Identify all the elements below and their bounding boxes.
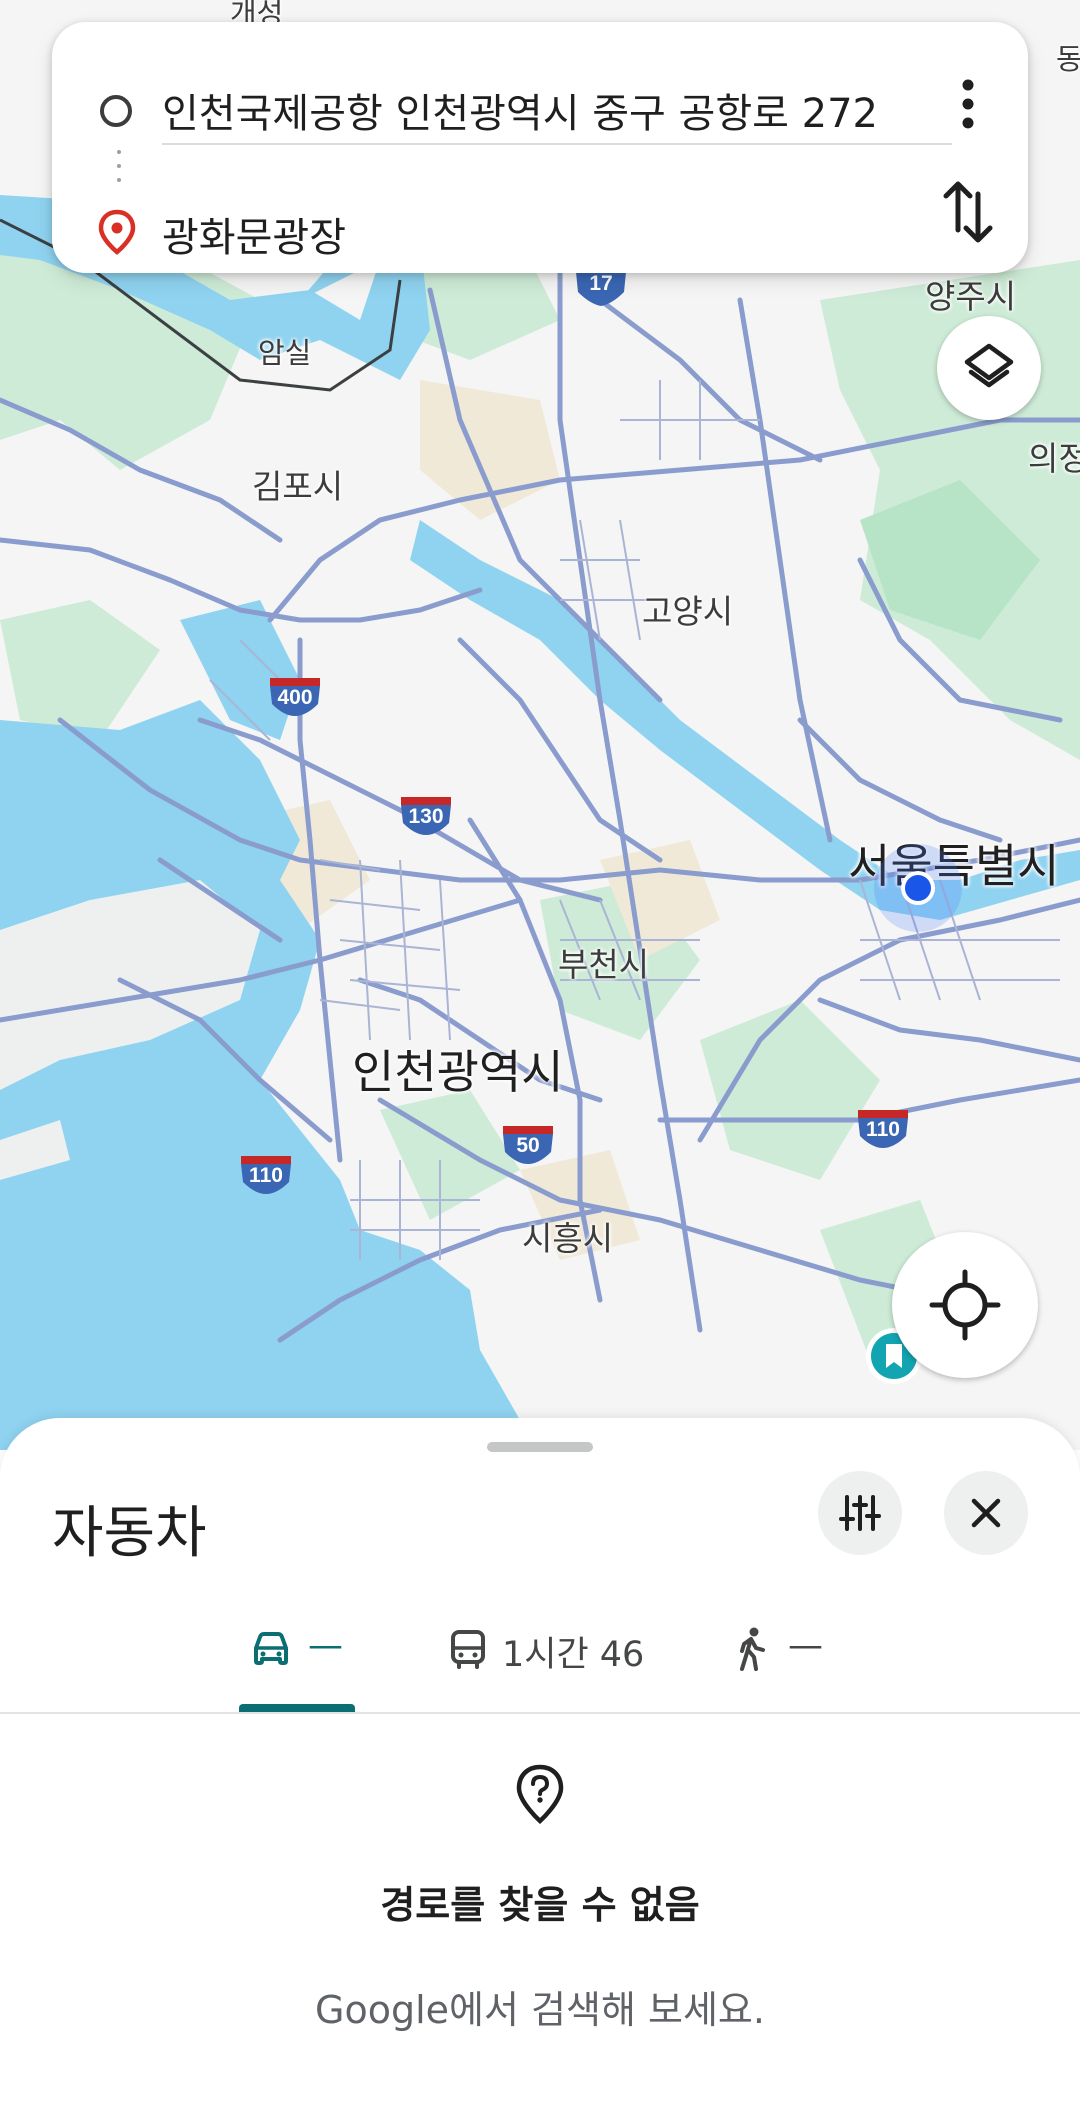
close-button[interactable] — [944, 1471, 1028, 1555]
bus-icon — [451, 1630, 485, 1669]
tab-transit-label: 1시간 46 — [502, 1635, 645, 1675]
walk-icon — [740, 1627, 765, 1671]
current-location-dot[interactable] — [868, 838, 968, 938]
destination-pin-icon — [98, 209, 136, 255]
tab-drive-label: — — [308, 1626, 343, 1666]
origin-circle-icon — [100, 95, 132, 127]
map-label-bucheon: 부천시 — [558, 945, 650, 984]
crosshair-icon — [929, 1269, 1001, 1341]
tabs-divider — [0, 1712, 1080, 1714]
route-divider — [162, 143, 952, 145]
map-label-uijeong: 의정 — [1028, 439, 1080, 478]
no-route-title: 경로를 찾을 수 없음 — [380, 1883, 700, 1927]
my-location-button[interactable] — [892, 1232, 1038, 1378]
highway-shield-130: 130 — [397, 795, 455, 835]
tab-walk[interactable]: — — [734, 1618, 844, 1708]
tab-drive[interactable]: — — [238, 1618, 368, 1708]
swap-route-button[interactable] — [932, 172, 1004, 254]
map-label-goyang: 고양시 — [642, 592, 734, 631]
map-layers-button[interactable] — [937, 316, 1041, 420]
destination-field[interactable]: 광화문광장 — [52, 175, 1028, 285]
layers-icon — [964, 343, 1014, 388]
highway-shield-110-west: 110 — [237, 1154, 295, 1194]
map-label-incheon: 인천광역시 — [352, 1045, 564, 1099]
sheet-title: 자동차 — [52, 1501, 207, 1566]
more-options-button[interactable] — [938, 62, 998, 152]
map-label-amsil: 암실 — [258, 336, 312, 370]
car-icon — [254, 1632, 288, 1665]
origin-text: 인천국제공항 인천광역시 중구 공항로 272 — [162, 91, 879, 137]
route-options-button[interactable] — [818, 1471, 902, 1555]
search-google-suggestion[interactable]: Google에서 검색해 보세요. — [0, 1979, 1080, 2034]
directions-bottom-sheet: 자동차 — 1시간 46 — 경로를 찾을 수 없음 Google에서 검색해 … — [0, 1418, 1080, 2123]
swap-vert-icon — [943, 181, 993, 243]
directions-search-card: 인천국제공항 인천광역시 중구 공항로 272 광화문광장 — [52, 22, 1028, 273]
tune-icon — [839, 1495, 881, 1531]
more-vert-icon — [962, 79, 974, 129]
map-label-gimpo: 김포시 — [252, 467, 344, 506]
destination-text: 광화문광장 — [162, 215, 346, 261]
highway-shield-110-east: 110 — [854, 1108, 912, 1148]
place-question-icon — [516, 1764, 564, 1825]
sheet-drag-handle[interactable] — [487, 1442, 593, 1452]
tab-walk-label: — — [788, 1626, 823, 1666]
selected-tab-indicator — [239, 1704, 355, 1712]
tab-transit[interactable]: 1시간 46 — [448, 1618, 648, 1708]
map-label-dong: 동 — [1056, 42, 1080, 76]
map-label-siheung: 시흥시 — [522, 1219, 614, 1258]
highway-shield-400: 400 — [266, 676, 324, 716]
highway-shield-50: 50 — [499, 1124, 557, 1164]
close-icon — [971, 1498, 1001, 1528]
